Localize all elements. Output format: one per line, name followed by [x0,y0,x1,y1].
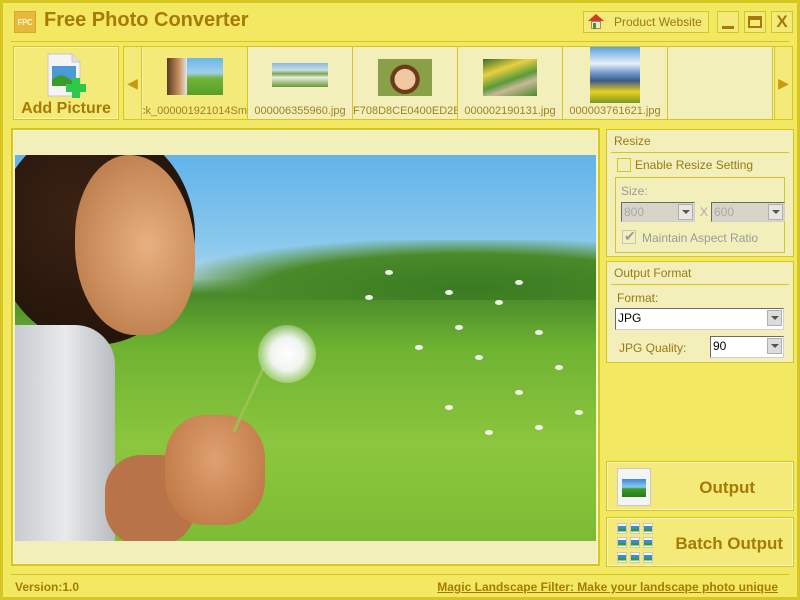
thumbnail-item[interactable]: ck_000001921014Sm [143,47,248,119]
batch-output-label: Batch Output [675,534,783,553]
enable-resize-checkbox[interactable] [617,158,631,172]
preview-panel [11,128,600,566]
close-button[interactable]: X [771,11,793,33]
house-icon [588,14,604,30]
output-format-group: Output Format Format: JPG JPG Quality: 9… [606,261,794,363]
thumbnail-image [483,59,537,96]
divider [11,41,789,42]
scroll-right-button[interactable]: ▶ [774,47,792,119]
output-label: Output [699,478,755,497]
app-logo-icon: FPC [14,11,36,33]
size-settings-box: Size: 800 X 600 ✔ Maintain Aspect Ratio [615,177,785,253]
thumbnail-image [590,47,640,103]
thumbnail-item[interactable]: 000003761621.jpg [563,47,668,119]
width-value: 800 [624,205,645,219]
maintain-aspect-checkbox[interactable]: ✔ [622,228,636,244]
thumbnail-empty-slot [668,47,773,119]
thumbnail-image [272,63,328,87]
add-picture-button[interactable]: Add Picture [13,46,119,120]
arrow-right-icon: ▶ [778,74,789,91]
batch-output-button[interactable]: Batch Output [606,517,794,567]
app-window: FPC Free Photo Converter Product Website… [0,0,800,600]
height-select[interactable]: 600 [711,202,785,222]
thumbnail-filename: 000003761621.jpg [569,105,661,117]
format-select[interactable]: JPG [615,308,784,330]
preview-image [15,155,596,541]
checkmark-icon: ✔ [624,228,636,244]
resize-title: Resize [614,134,651,148]
thumbnail-filename: 000006355960.jpg [254,105,346,117]
app-title: Free Photo Converter [44,9,249,31]
thumbnail-filename: F708D8CE0400ED2E [353,105,457,117]
minimize-button[interactable] [717,11,739,33]
batch-images-icon [617,523,653,563]
output-image-icon [617,468,651,506]
version-label: Version:1.0 [15,580,80,594]
chevron-down-icon[interactable] [767,338,782,354]
minimize-icon [722,25,734,29]
format-label: Format: [617,291,659,305]
jpg-quality-label: JPG Quality: [619,341,687,355]
resize-group: Resize Enable Resize Setting Size: 800 X… [606,129,794,257]
thumbnail-image [378,59,432,96]
maximize-button[interactable] [744,11,766,33]
width-select[interactable]: 800 [621,202,695,222]
size-label: Size: [621,184,648,198]
add-picture-icon [47,53,86,98]
output-format-title: Output Format [614,266,692,280]
product-website-button[interactable]: Product Website [583,11,709,33]
thumbnail-strip: ◀ ck_000001921014Sm 000006355960.jpg F70… [123,46,793,120]
thumbnail-item[interactable]: 000002190131.jpg [458,47,563,119]
arrow-left-icon: ◀ [127,74,138,91]
thumbnail-filename: 000002190131.jpg [464,105,556,117]
output-button[interactable]: Output [606,461,794,511]
size-separator: X [700,205,709,219]
divider [11,574,789,575]
title-bar: FPC Free Photo Converter Product Website… [11,8,793,36]
chevron-down-icon[interactable] [678,204,693,220]
height-value: 600 [714,205,735,219]
promo-link[interactable]: Magic Landscape Filter: Make your landsc… [437,580,778,594]
divider [611,152,789,153]
maintain-aspect-label: Maintain Aspect Ratio [642,231,759,245]
thumbnail-filename: ck_000001921014Sm [143,105,247,117]
thumbnail-item[interactable]: 000006355960.jpg [248,47,353,119]
chevron-down-icon[interactable] [768,204,783,220]
thumbnail-list: ck_000001921014Sm 000006355960.jpg F708D… [143,47,775,119]
product-website-label: Product Website [614,15,702,29]
maximize-icon [748,16,762,28]
chevron-down-icon[interactable] [767,310,782,326]
jpg-quality-select[interactable]: 90 [710,336,784,358]
thumbnail-image [167,58,223,95]
thumbnail-item[interactable]: F708D8CE0400ED2E [353,47,458,119]
scroll-left-button[interactable]: ◀ [124,47,142,119]
add-picture-label: Add Picture [21,100,111,117]
divider [611,284,789,285]
format-value: JPG [618,311,642,325]
enable-resize-label: Enable Resize Setting [635,158,754,172]
jpg-quality-value: 90 [713,339,727,353]
